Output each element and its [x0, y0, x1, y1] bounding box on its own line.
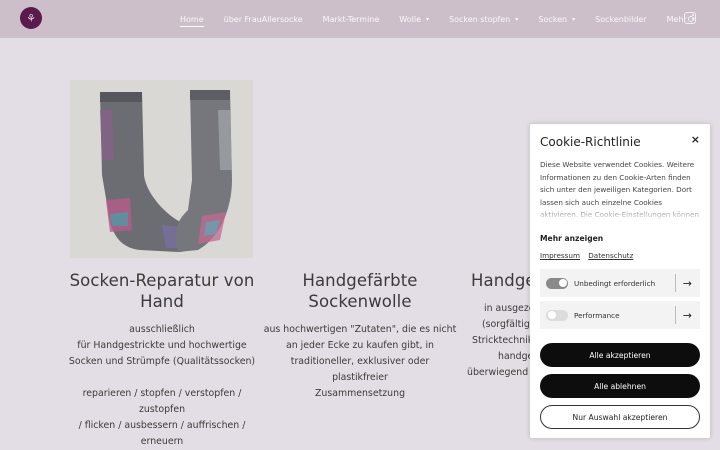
section-dyed-wool: Handgefärbte Sockenwolle aus hochwertige… [262, 270, 458, 402]
nav-label: über FrauAllersocke [223, 14, 303, 24]
text-line: Zusammensetzung [314, 388, 406, 399]
privacy-link[interactable]: Datenschutz [588, 251, 633, 260]
toggle-row-necessary: Unbedingt erforderlich → [540, 269, 700, 297]
nav-item-wool[interactable]: Wolle ▾ [399, 15, 429, 24]
text-line: Stricktechnike [472, 335, 530, 346]
accept-selection-button[interactable]: Nur Auswahl akzeptieren [540, 405, 700, 429]
text-line: traditioneller, exklusiver oder plastikf… [290, 356, 430, 383]
main-nav: Home über FrauAllersocke Markt-Termine W… [180, 0, 715, 38]
cookie-title: Cookie-Richtlinie [540, 135, 641, 149]
toggle-knob [547, 311, 556, 319]
title-line: Hand [140, 292, 184, 311]
arrow-right-icon[interactable]: → [683, 309, 692, 322]
socks-photo [70, 80, 253, 258]
divider [674, 306, 676, 324]
chevron-down-icon: ▾ [515, 15, 519, 23]
nav-item-home[interactable]: Home [180, 15, 204, 27]
nav-item-about[interactable]: über FrauAllersocke [224, 15, 303, 24]
toggle-label: Performance [574, 310, 620, 320]
cookie-dialog: Cookie-Richtlinie × Diese Website verwen… [530, 124, 710, 438]
nav-label: Wolle [399, 14, 421, 24]
text-line: in ausgezei [484, 303, 530, 314]
chevron-down-icon: ▾ [572, 15, 576, 23]
nav-label: Sockenbilder [595, 14, 647, 24]
nav-item-darning[interactable]: Socken stopfen ▾ [449, 15, 518, 24]
site-logo[interactable]: ⚘ [20, 7, 42, 29]
toggle-row-performance: Performance → [540, 301, 700, 329]
text-line: für Handgestrickte und hochwertige [77, 340, 247, 351]
text-line: erneuern [140, 436, 184, 447]
section-text: aus hochwertigen "Zutaten", die es nicht… [262, 322, 458, 402]
close-icon[interactable]: × [691, 133, 700, 146]
instagram-icon[interactable] [684, 12, 696, 24]
section-text: in ausgezei (sorgfältige Stricktechnike … [460, 301, 530, 381]
nav-item-markets[interactable]: Markt-Termine [323, 15, 380, 24]
section-third: Handge in ausgezei (sorgfältige Strickte… [460, 270, 530, 381]
section-title: Handge [471, 271, 530, 290]
divider [674, 274, 676, 292]
text-spacer [64, 370, 260, 386]
site-header: ⚘ Home über FrauAllersocke Markt-Termine… [0, 0, 720, 38]
toggle-knob [558, 279, 567, 287]
arrow-right-icon[interactable]: → [683, 277, 692, 290]
show-more-link[interactable]: Mehr anzeigen [540, 234, 603, 243]
text-line: überwiegend fü [467, 367, 530, 378]
text-line: aus hochwertigen "Zutaten", die es nicht [263, 324, 457, 335]
text-line: / flicken / ausbessern / auffrischen / [78, 420, 246, 431]
section-repair: Socken-Reparatur von Hand ausschließlich… [64, 270, 260, 450]
text-line: (sorgfältige [482, 319, 530, 330]
title-line: Sockenwolle [308, 292, 412, 311]
legal-links: Impressum Datenschutz [540, 251, 639, 260]
text-line: ausschließlich [129, 324, 195, 335]
section-title: Socken-Reparatur von Hand [64, 270, 260, 312]
nav-item-socks[interactable]: Socken ▾ [538, 15, 575, 24]
nav-item-gallery[interactable]: Sockenbilder [595, 15, 647, 24]
nav-label: Markt-Termine [322, 14, 380, 24]
section-text: ausschließlich für Handgestrickte und ho… [64, 322, 260, 450]
logo-icon: ⚘ [26, 11, 36, 25]
socks-illustration [70, 80, 253, 258]
title-line: Handgefärbte [302, 271, 418, 290]
text-line: Socken und Strümpfe (Qualitätssocken) [68, 356, 256, 367]
nav-label: Socken stopfen [449, 14, 511, 24]
impressum-link[interactable]: Impressum [540, 251, 580, 260]
text-line: reparieren / stopfen / verstopfen / zust… [82, 388, 242, 415]
chevron-down-icon: ▾ [426, 15, 430, 23]
text-fade [540, 204, 702, 222]
reject-all-button[interactable]: Alle ablehnen [540, 374, 700, 398]
toggle-label: Unbedingt erforderlich [574, 278, 656, 288]
accept-all-button[interactable]: Alle akzeptieren [540, 343, 700, 367]
nav-label: Home [180, 14, 204, 24]
text-line: an jeder Ecke zu kaufen gibt, in [286, 340, 434, 351]
necessary-toggle[interactable] [546, 277, 568, 289]
title-line: Socken-Reparatur von [69, 271, 255, 290]
performance-toggle[interactable] [546, 309, 568, 321]
text-line: handge [498, 351, 530, 362]
section-title: Handgefärbte Sockenwolle [262, 270, 458, 312]
nav-label: Socken [538, 14, 568, 24]
